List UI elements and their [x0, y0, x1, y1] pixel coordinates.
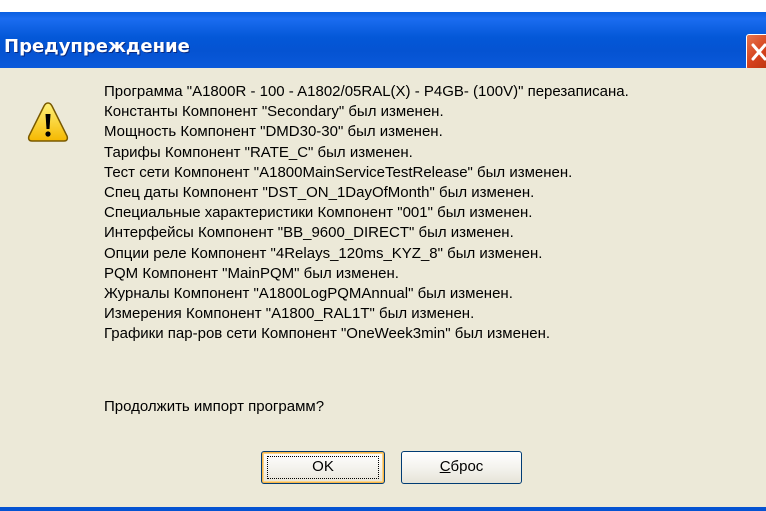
- title-bar[interactable]: Предупреждение: [0, 12, 766, 70]
- warning-icon: [27, 102, 69, 142]
- message-line: Мощность Компонент "DMD30-30" был измене…: [104, 123, 443, 141]
- background-strip: [0, 0, 766, 12]
- message-line: Константы Компонент "Secondary" был изме…: [104, 103, 444, 121]
- message-line: Графики пар-ров сети Компонент "OneWeek3…: [104, 325, 551, 343]
- message-line: Опции реле Компонент "4Relays_120ms_KYZ_…: [104, 244, 543, 262]
- message-line: Тарифы Компонент "RATE_C" был изменен.: [104, 143, 413, 161]
- message-line: Программа "A1800R - 100 - A1802/05RAL(X)…: [104, 83, 629, 100]
- message-text: Программа "A1800R - 100 - A1802/05RAL(X)…: [104, 82, 629, 344]
- message-line: Журналы Компонент "A1800LogPQMAnnual" бы…: [104, 284, 513, 302]
- ok-button[interactable]: OK: [261, 451, 385, 484]
- close-icon: [751, 43, 766, 61]
- reset-button[interactable]: Сброс: [401, 451, 522, 484]
- message-line: Спец даты Компонент "DST_ON_1DayOfMonth"…: [104, 183, 535, 201]
- message-line: Интерфейсы Компонент "BB_9600_DIRECT" бы…: [104, 224, 514, 242]
- reset-button-accelerator: С: [439, 458, 451, 475]
- dialog-bottom-border: [0, 507, 766, 511]
- message-line: Измерения Компонент "A1800_RAL1T" был из…: [104, 305, 475, 323]
- message-line: Тест сети Компонент "A1800MainServiceTes…: [104, 163, 573, 181]
- prompt-text: Продолжить импорт программ?: [104, 398, 325, 415]
- close-button[interactable]: [746, 34, 766, 70]
- dialog-title: Предупреждение: [4, 36, 190, 57]
- warning-dialog: Предупреждение Программа "A1800R - 100 -…: [0, 0, 766, 511]
- reset-button-label: брос: [450, 458, 484, 475]
- message-line: Специальные характеристики Компонент "00…: [104, 204, 533, 222]
- focus-rectangle: [267, 456, 379, 479]
- message-line: PQM Компонент "MainPQM" был изменен.: [104, 264, 399, 282]
